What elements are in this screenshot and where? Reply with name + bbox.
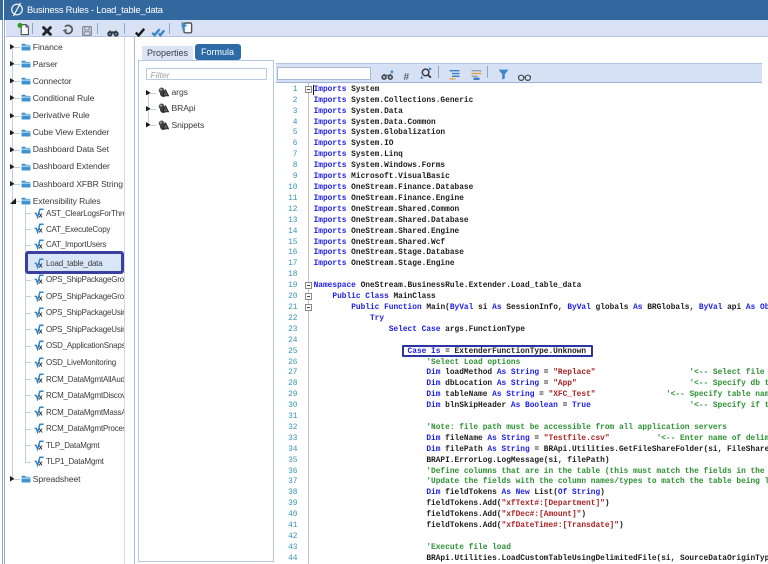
svg-text:x: x (38, 461, 42, 467)
svg-text:x: x (38, 411, 42, 417)
svg-text:x: x (38, 295, 42, 301)
svg-text:x: x (38, 279, 42, 285)
svg-text:x: x (38, 262, 42, 268)
svg-text:x: x (38, 345, 42, 351)
svg-text:x: x (38, 394, 42, 400)
svg-text:x: x (38, 378, 42, 384)
svg-text:x: x (38, 228, 42, 234)
svg-text:x: x (38, 328, 42, 334)
svg-text:x: x (38, 244, 42, 250)
svg-text:x: x (38, 444, 42, 450)
svg-text:x: x (38, 428, 42, 434)
svg-text:x: x (38, 212, 42, 218)
svg-text:x: x (38, 361, 42, 367)
svg-text:x: x (38, 312, 42, 318)
